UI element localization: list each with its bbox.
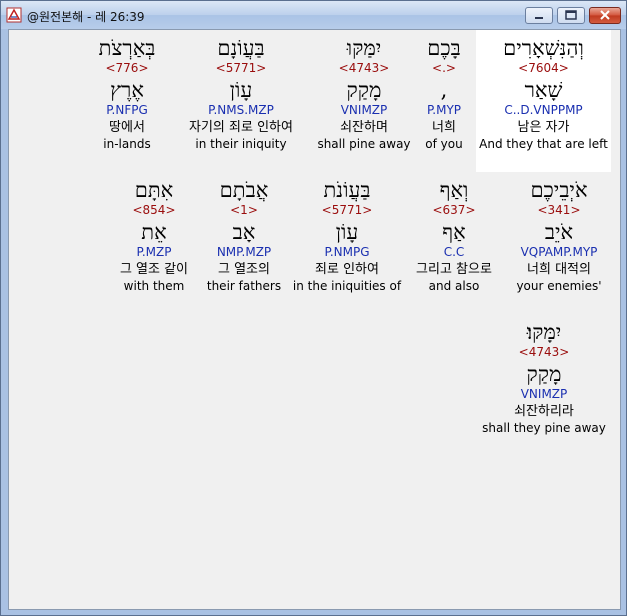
english-gloss: in-lands	[103, 137, 151, 151]
word-block[interactable]: אֹיְבֵיכֶם <341> אֹיֵב VQPAMP.MYP 너희 대적의…	[494, 178, 624, 294]
korean-gloss: 그 열조 같이	[119, 262, 189, 277]
strong-number[interactable]: <7604>	[476, 60, 611, 76]
parse-code: VNIMZP	[520, 387, 568, 401]
parse-code: NMP.MZP	[216, 245, 272, 259]
hebrew-word: וְאַף	[439, 178, 469, 202]
english-gloss: in the iniquities of	[292, 279, 402, 293]
hebrew-word: יִמָּקּוּ׃	[526, 320, 562, 344]
lemma: אֵת	[141, 220, 167, 244]
strong-number[interactable]: <4743>	[479, 344, 609, 360]
korean-gloss: 죄로 인하여	[315, 262, 379, 277]
word-block[interactable]: בַּעֲוֹנָם <5771> עָוֹן P.NMS.MZP 자기의 죄로…	[171, 36, 311, 152]
hebrew-word: אִתָּם	[134, 178, 174, 202]
lemma: עָוֹן	[229, 78, 253, 102]
word-block[interactable]: יִמַּקּוּ <4743> מָקַק VNIMZP 쇠잔하며 shall…	[309, 36, 419, 152]
korean-gloss: 그 열조의	[218, 262, 270, 277]
strong-number[interactable]: <637>	[399, 202, 509, 218]
lemma: שָׁאַר	[524, 78, 563, 102]
korean-gloss: 쇠잔하리라	[514, 404, 574, 419]
english-gloss: And they that are left	[479, 137, 608, 151]
parse-code: C..D.VNPPMP	[504, 103, 583, 117]
word-block[interactable]: אִתָּם <854> אֵת P.MZP 그 열조 같이 with them	[104, 178, 204, 294]
maximize-button[interactable]	[557, 7, 585, 24]
app-window: @원전본해 - 레 26:39 וְהַנִּשְׁאָרִים <7604> …	[0, 0, 627, 616]
strong-number[interactable]: <854>	[104, 202, 204, 218]
close-button[interactable]	[589, 7, 621, 24]
app-icon[interactable]	[6, 7, 22, 23]
strong-number[interactable]: <776>	[77, 60, 177, 76]
parse-code: P.NFPG	[106, 103, 148, 117]
english-gloss: your enemies'	[516, 279, 602, 293]
strong-number[interactable]: <5771>	[282, 202, 412, 218]
strong-number[interactable]: <4743>	[309, 60, 419, 76]
lemma: אֶרֶץ	[110, 78, 144, 102]
word-block[interactable]: יִמָּקּוּ׃ <4743> מָקַק VNIMZP 쇠잔하리라 sha…	[479, 320, 609, 436]
word-block[interactable]: בְּאַרְצֹת <776> אֶרֶץ P.NFPG 땅에서 in-lan…	[77, 36, 177, 152]
english-gloss: shall they pine away	[482, 421, 606, 435]
hebrew-word: בַּעֲוֹנֹת	[323, 178, 371, 202]
korean-gloss: 자기의 죄로 인하여	[189, 120, 293, 135]
hebrew-word: בְּאַרְצֹת	[98, 36, 156, 60]
title-bar[interactable]: @원전본해 - 레 26:39	[1, 1, 626, 29]
strong-number[interactable]: <5771>	[171, 60, 311, 76]
lemma: עָוֹן	[335, 220, 359, 244]
korean-gloss: 쇠잔하며	[340, 120, 388, 135]
minimize-button[interactable]	[525, 7, 553, 24]
english-gloss: shall pine away	[317, 137, 411, 151]
lemma: אֹיֵב	[544, 220, 574, 244]
word-block[interactable]: וְאַף <637> אַף C.C 그리고 참으로 and also	[399, 178, 509, 294]
hebrew-word: וְהַנִּשְׁאָרִים	[503, 36, 584, 60]
window-title: @원전본해 - 레 26:39	[27, 10, 145, 24]
hebrew-word: יִמַּקּוּ	[346, 36, 382, 60]
word-block[interactable]: בַּעֲוֹנֹת <5771> עָוֹן P.NMPG 죄로 인하여 in…	[282, 178, 412, 294]
hebrew-word: אֲבֹתָם	[219, 178, 269, 202]
word-block[interactable]: וְהַנִּשְׁאָרִים <7604> שָׁאַר C..D.VNPP…	[476, 30, 611, 172]
lemma: אַף	[442, 220, 466, 244]
interlinear-panel[interactable]: וְהַנִּשְׁאָרִים <7604> שָׁאַר C..D.VNPP…	[8, 29, 621, 610]
lemma: אָב	[232, 220, 256, 244]
english-gloss: with them	[123, 279, 185, 293]
korean-gloss: 그리고 참으로	[416, 262, 492, 277]
parse-code: P.MZP	[136, 245, 172, 259]
strong-number[interactable]: <341>	[494, 202, 624, 218]
word-block[interactable]: אֲבֹתָם <1> אָב NMP.MZP 그 열조의 their fath…	[194, 178, 294, 294]
korean-gloss: 너희 대적의	[527, 262, 591, 277]
lemma: מָקַק	[526, 362, 562, 386]
korean-gloss: 땅에서	[109, 120, 145, 135]
strong-number[interactable]: <1>	[194, 202, 294, 218]
parse-code: VNIMZP	[340, 103, 388, 117]
parse-code: C.C	[443, 245, 465, 259]
korean-gloss: 남은 자가	[517, 120, 570, 135]
lemma: מָקַק	[346, 78, 382, 102]
english-gloss: their fathers	[206, 279, 282, 293]
english-gloss: in their iniquity	[195, 137, 287, 151]
parse-code: P.NMPG	[324, 245, 370, 259]
hebrew-word: בַּעֲוֹנָם	[217, 36, 265, 60]
hebrew-word: אֹיְבֵיכֶם	[530, 178, 588, 202]
english-gloss: and also	[428, 279, 480, 293]
parse-code: P.NMS.MZP	[208, 103, 274, 117]
parse-code: VQPAMP.MYP	[520, 245, 598, 259]
